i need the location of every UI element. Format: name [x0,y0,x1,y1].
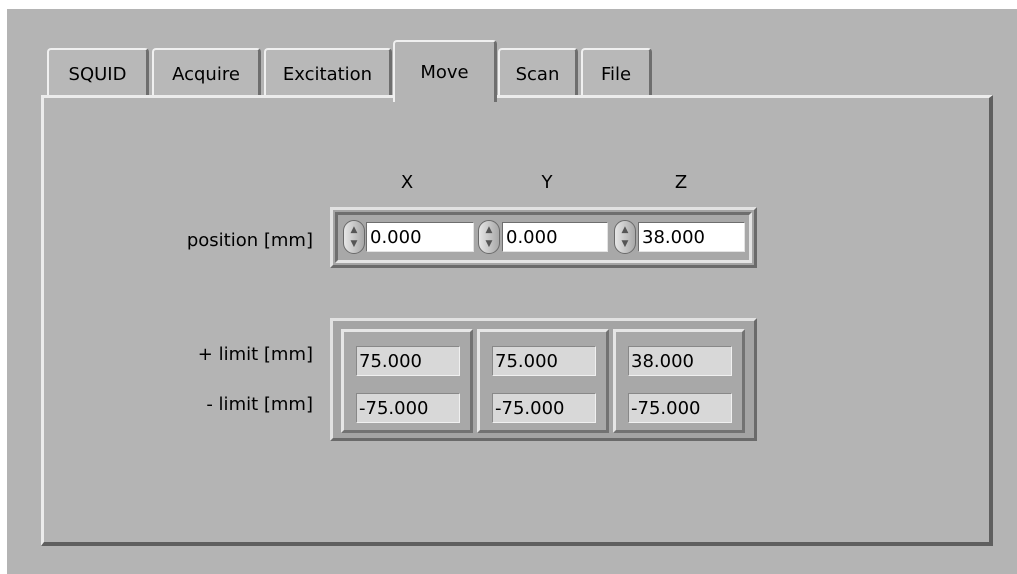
y-limits: 75.000 -75.000 [477,329,609,433]
column-header-z: Z [674,172,688,193]
tab-label: Scan [515,64,560,85]
limits-cluster: 75.000 -75.000 75.000 -75.000 38.000 -75… [330,318,757,441]
increment-arrow-icon[interactable]: ▲ [484,224,494,236]
y-spinner[interactable]: ▲ ▼ [478,220,500,254]
z-plus-limit: 38.000 [628,346,732,376]
y-minus-limit: -75.000 [492,393,596,423]
column-header-y: Y [541,172,553,193]
position-cluster: ▲ ▼ 0.000 ▲ ▼ 0.000 ▲ ▼ 38.000 [330,207,757,268]
x-limits: 75.000 -75.000 [341,329,473,433]
tab-excitation[interactable]: Excitation [264,48,392,97]
y-plus-limit: 75.000 [492,346,596,376]
decrement-arrow-icon[interactable]: ▼ [484,238,494,250]
x-spinner[interactable]: ▲ ▼ [343,220,365,254]
position-label: position [mm] [186,230,313,251]
tab-scan[interactable]: Scan [498,48,578,97]
x-minus-limit: -75.000 [356,393,460,423]
tab-squid[interactable]: SQUID [47,48,149,97]
tab-file[interactable]: File [581,48,652,97]
column-header-x: X [400,172,414,193]
plus-limit-label: + limit [mm] [197,344,313,365]
tab-label: Excitation [282,64,373,85]
tab-move[interactable]: Move [393,40,497,102]
tab-label: File [600,64,632,85]
x-position-input[interactable]: 0.000 [366,222,474,252]
increment-arrow-icon[interactable]: ▲ [620,224,630,236]
increment-arrow-icon[interactable]: ▲ [349,224,359,236]
tab-label: SQUID [68,64,127,85]
decrement-arrow-icon[interactable]: ▼ [620,238,630,250]
z-position-input[interactable]: 38.000 [638,222,745,252]
z-spinner[interactable]: ▲ ▼ [614,220,636,254]
minus-limit-label: - limit [mm] [206,394,313,415]
tab-label: Move [420,62,469,83]
decrement-arrow-icon[interactable]: ▼ [349,238,359,250]
tab-acquire[interactable]: Acquire [152,48,261,97]
z-limits: 38.000 -75.000 [613,329,745,433]
tab-label: Acquire [172,64,240,85]
y-position-input[interactable]: 0.000 [502,222,608,252]
z-minus-limit: -75.000 [628,393,732,423]
x-plus-limit: 75.000 [356,346,460,376]
